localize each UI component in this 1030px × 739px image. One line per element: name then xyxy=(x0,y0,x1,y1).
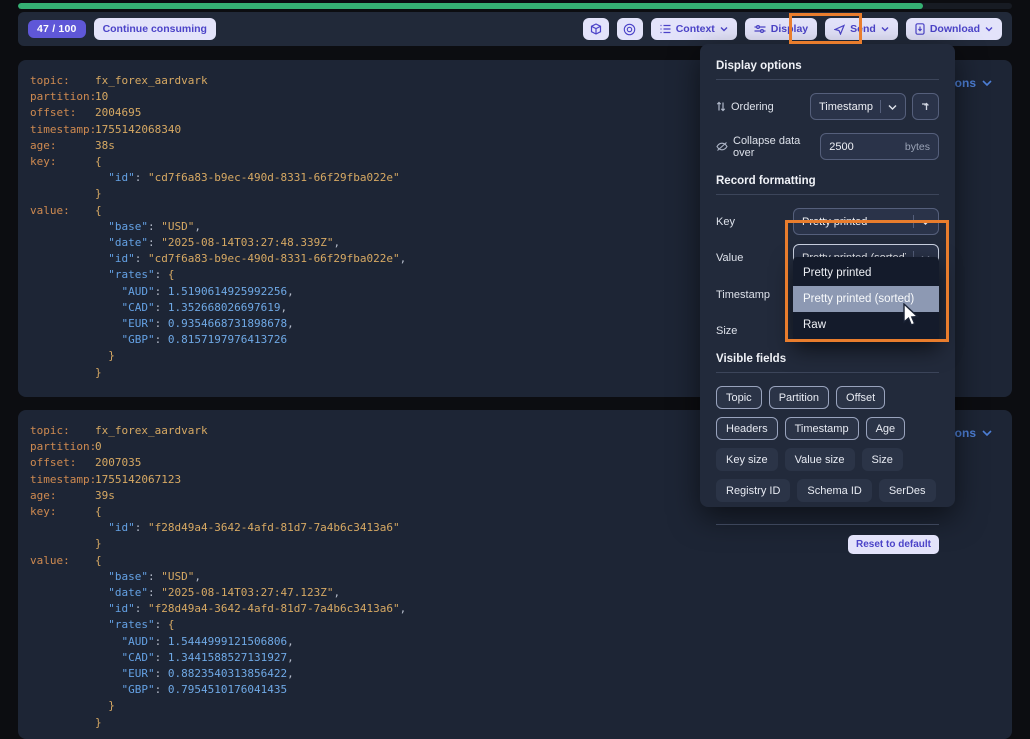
record-field-row: } xyxy=(30,715,1000,731)
visible-fields-chips: Topic Partition Offset Headers Timestamp Age K… xyxy=(716,386,948,510)
list-icon xyxy=(660,24,671,34)
context-button[interactable]: Context xyxy=(651,18,737,40)
timestamp-format-label: Timestamp xyxy=(716,289,770,301)
record-formatting-title: Record formatting xyxy=(716,175,939,187)
record-field-row: "GBP": 0.7954510176041435 xyxy=(30,682,1000,698)
continue-consuming-button[interactable]: Continue consuming xyxy=(94,18,216,40)
toolbar: 47 / 100 Continue consuming xyxy=(18,12,1012,46)
chevron-down-icon xyxy=(982,429,992,437)
reset-default-button[interactable]: Reset to default xyxy=(848,535,939,554)
cube-icon xyxy=(590,23,602,35)
chevron-down-icon xyxy=(982,79,992,87)
menu-option-pretty-printed[interactable]: Pretty printed xyxy=(793,260,939,286)
value-format-menu: Pretty printedPretty printed (sorted)Raw xyxy=(793,257,939,341)
sliders-icon xyxy=(754,24,766,34)
panel-title: Display options xyxy=(716,60,939,72)
menu-option-raw[interactable]: Raw xyxy=(793,312,939,338)
chevron-down-icon xyxy=(985,25,993,33)
send-button[interactable]: Send xyxy=(825,18,898,40)
field-chip-age[interactable]: Age xyxy=(866,417,906,440)
field-chip-partition[interactable]: Partition xyxy=(769,386,829,409)
divider xyxy=(716,79,939,80)
divider xyxy=(716,194,939,195)
chevron-down-icon xyxy=(881,25,889,33)
download-file-icon xyxy=(915,23,925,35)
sort-arrows-icon xyxy=(716,101,726,112)
divider xyxy=(716,524,939,525)
field-chip-topic[interactable]: Topic xyxy=(716,386,762,409)
sort-direction-icon xyxy=(920,101,931,112)
field-chip-size[interactable]: Size xyxy=(862,448,903,471)
key-format-label: Key xyxy=(716,216,735,228)
field-chip-serdes[interactable]: SerDes xyxy=(879,479,936,502)
download-button[interactable]: Download xyxy=(906,18,1002,40)
key-format-select[interactable]: Pretty printed xyxy=(793,208,939,235)
record-field-row: "base": "USD", xyxy=(30,569,1000,585)
record-field-row: "AUD": 1.5444999121506806, xyxy=(30,634,1000,650)
record-field-row: "date": "2025-08-14T03:27:47.123Z", xyxy=(30,585,1000,601)
record-field-row: "rates": { xyxy=(30,617,1000,633)
display-button[interactable]: Display xyxy=(745,18,817,40)
consume-progress-bar xyxy=(18,3,1012,9)
chevron-down-icon xyxy=(720,25,728,33)
field-chip-key-size[interactable]: Key size xyxy=(716,448,778,471)
field-chip-registry-id[interactable]: Registry ID xyxy=(716,479,790,502)
field-chip-offset[interactable]: Offset xyxy=(836,386,885,409)
support-button[interactable] xyxy=(617,18,643,40)
record-count-badge: 47 / 100 xyxy=(28,20,86,38)
ordering-select[interactable]: Timestamp xyxy=(810,93,906,120)
value-format-label: Value xyxy=(716,252,743,264)
chevron-down-icon xyxy=(888,103,897,111)
record-field-row: "CAD": 1.3441588527131927, xyxy=(30,650,1000,666)
divider xyxy=(716,372,939,373)
at-circle-icon xyxy=(623,23,636,36)
record-field-row: "id": "f28d49a4-3642-4afd-81d7-7a4b6c341… xyxy=(30,601,1000,617)
chevron-down-icon xyxy=(921,218,930,226)
copy-records-button[interactable] xyxy=(583,18,609,40)
record-field-row: "id": "f28d49a4-3642-4afd-81d7-7a4b6c341… xyxy=(30,520,1000,536)
field-chip-headers[interactable]: Headers xyxy=(716,417,778,440)
menu-option-pretty-printed-sorted-[interactable]: Pretty printed (sorted) xyxy=(793,286,939,312)
consume-progress-fill xyxy=(18,3,923,9)
send-icon xyxy=(834,24,845,35)
field-chip-value-size[interactable]: Value size xyxy=(785,448,855,471)
record-field-row: } xyxy=(30,698,1000,714)
field-chip-schema-id[interactable]: Schema ID xyxy=(797,479,871,502)
record-field-row: "EUR": 0.8823540313856422, xyxy=(30,666,1000,682)
sort-direction-button[interactable] xyxy=(912,93,939,120)
ordering-label: Ordering xyxy=(716,101,774,113)
field-chip-timestamp[interactable]: Timestamp xyxy=(785,417,859,440)
eye-slash-icon xyxy=(716,141,728,152)
collapse-data-label: Collapse data over xyxy=(716,135,820,159)
size-format-label: Size xyxy=(716,325,737,337)
collapse-bytes-input[interactable]: 2500 bytes xyxy=(820,133,939,160)
messages-view: 47 / 100 Continue consuming xyxy=(0,0,1030,739)
visible-fields-title: Visible fields xyxy=(716,353,939,365)
record-field-row: value:{ xyxy=(30,553,1000,569)
